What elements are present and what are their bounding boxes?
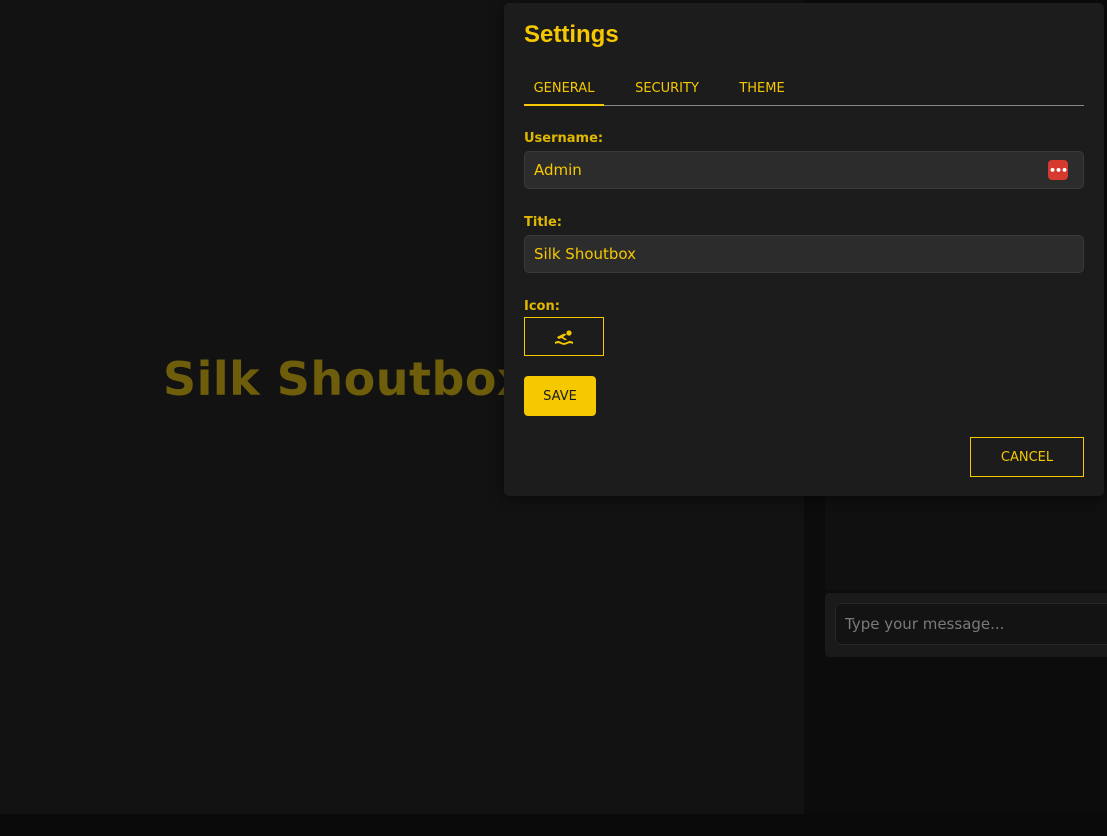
tab-security[interactable]: SECURITY (627, 73, 707, 105)
username-input[interactable] (524, 151, 1084, 189)
bottom-strip (0, 814, 1107, 836)
icon-picker-button[interactable] (524, 317, 604, 356)
brand-title: Silk Shoutbox (163, 352, 528, 406)
username-label: Username: (524, 131, 604, 146)
tab-general[interactable]: GENERAL (524, 73, 604, 106)
password-manager-icon[interactable]: ••• (1048, 160, 1068, 180)
title-input[interactable] (524, 235, 1084, 273)
message-list (825, 480, 1107, 590)
settings-dialog: Settings GENERAL SECURITY THEME Username… (504, 3, 1104, 496)
tab-theme[interactable]: THEME (724, 73, 800, 105)
icon-label: Icon: (524, 299, 560, 314)
message-input[interactable] (835, 603, 1107, 645)
swimmer-icon (555, 329, 573, 345)
title-label: Title: (524, 215, 563, 230)
settings-tabs: GENERAL SECURITY THEME (524, 73, 1084, 106)
message-composer (825, 593, 1107, 657)
dialog-title: Settings (524, 21, 619, 48)
cancel-button[interactable]: CANCEL (970, 437, 1084, 477)
save-button[interactable]: SAVE (524, 376, 596, 416)
